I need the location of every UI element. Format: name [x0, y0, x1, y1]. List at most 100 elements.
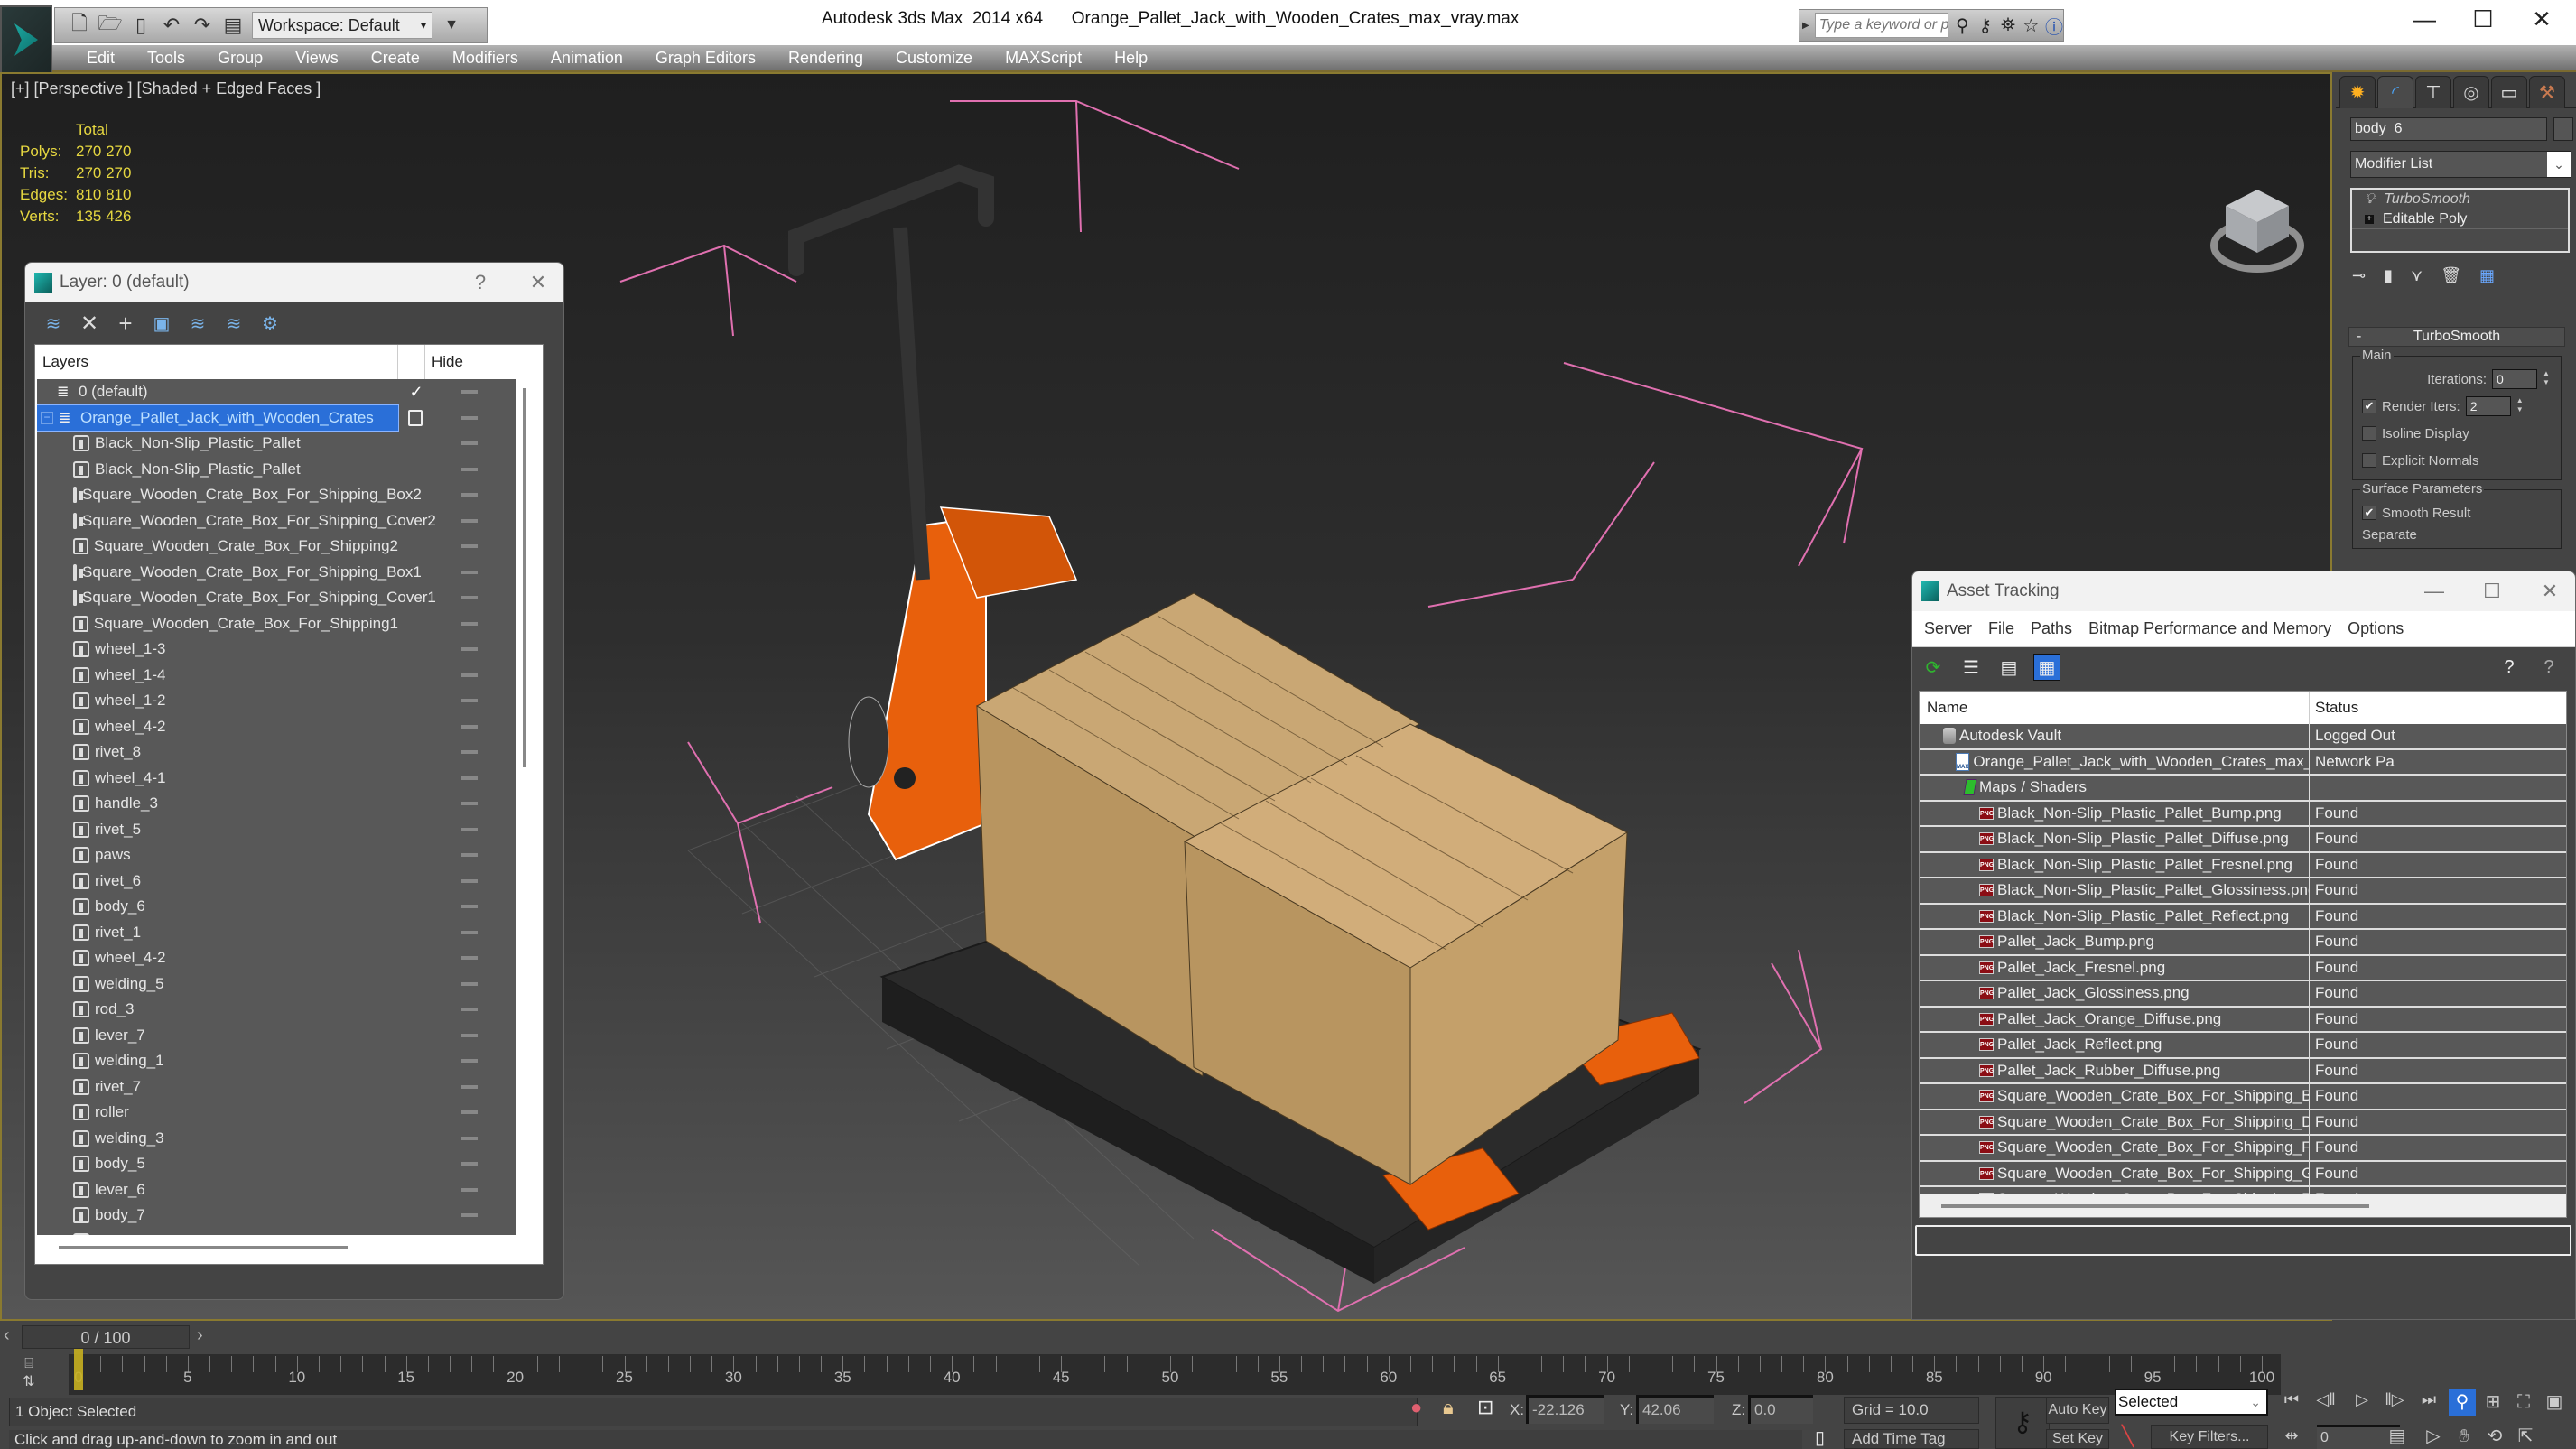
set-keys-key-icon[interactable]: ⚷ — [1995, 1397, 2050, 1449]
row-name-cell[interactable]: body_5 — [37, 1151, 398, 1177]
help-button[interactable]: ? — [455, 271, 506, 294]
row-name-cell[interactable]: rivet_1 — [37, 920, 398, 946]
configure-modifier-sets-icon[interactable]: ▦ — [2479, 266, 2495, 285]
absolute-mode-icon[interactable]: ⊡ — [1477, 1396, 1493, 1419]
close-button[interactable]: ✕ — [2525, 580, 2575, 603]
object-row[interactable]: handle_3 — [37, 791, 516, 817]
object-row[interactable]: welding_2 — [37, 1229, 516, 1235]
spinner-arrows-icon[interactable]: ▲ ▼ — [2543, 369, 2552, 389]
menu-options[interactable]: Options — [2339, 619, 2412, 638]
make-unique-icon[interactable]: ⋎ — [2411, 266, 2423, 285]
maximize-button[interactable]: ☐ — [2467, 580, 2517, 603]
object-row[interactable]: lever_6 — [37, 1177, 516, 1203]
help-icon[interactable]: ⓘ — [2045, 13, 2063, 39]
hide-toggle[interactable] — [461, 724, 478, 729]
utilities-tab-icon[interactable]: ⚒ — [2529, 76, 2565, 108]
column-header-layers[interactable]: Layers — [35, 345, 398, 379]
object-row[interactable]: wheel_1-3 — [37, 636, 516, 663]
asset-row[interactable]: Autodesk Vault Logged Out — [1920, 724, 2566, 750]
row-name-cell[interactable]: − ≣ Orange_Pallet_Jack_with_Wooden_Crates — [37, 404, 399, 432]
key-mode-dropdown[interactable]: Selected ⌄ — [2115, 1389, 2268, 1416]
asset-row[interactable]: PNG Pallet_Jack_Reflect.png Found — [1920, 1033, 2566, 1059]
binoculars-icon[interactable]: ⚲ — [1954, 14, 1971, 37]
hide-toggle[interactable] — [461, 1008, 478, 1012]
asset-row[interactable]: PNGSquare_Wooden_Crate_Box_For_Shipping_… — [1920, 1110, 2566, 1136]
object-row[interactable]: wheel_1-4 — [37, 663, 516, 689]
object-row[interactable]: Black_Non-Slip_Plastic_Pallet — [37, 431, 516, 457]
go-to-end-icon[interactable]: ⏭ — [2414, 1390, 2443, 1409]
z-coordinate-field[interactable]: 0.0 — [1748, 1395, 1813, 1424]
row-name-cell[interactable]: body_7 — [37, 1203, 398, 1229]
row-name-cell[interactable]: rivet_8 — [37, 739, 398, 766]
layer-row[interactable]: − ≣ Orange_Pallet_Jack_with_Wooden_Crates — [37, 404, 516, 432]
add-to-layer-icon[interactable]: + — [114, 310, 137, 337]
row-name-cell[interactable]: rivet_5 — [37, 817, 398, 843]
workspace-dropdown[interactable]: Workspace: Default ▾ — [252, 12, 432, 39]
object-row[interactable]: rod_3 — [37, 997, 516, 1023]
row-name-cell[interactable]: ≣ 0 (default) — [37, 379, 398, 405]
asset-row[interactable]: PNG Black_Non-Slip_Plastic_Pallet_Diffuse… — [1920, 827, 2566, 853]
menu-edit[interactable]: Edit — [70, 49, 131, 68]
row-name-cell[interactable]: paws — [37, 842, 398, 868]
next-key-icon[interactable]: ‖▷ — [2380, 1390, 2409, 1409]
stack-item-editable-poly[interactable]: + Editable Poly — [2352, 209, 2568, 229]
object-row[interactable]: Square_Wooden_Crate_Box_For_Shipping_Box… — [37, 482, 516, 508]
row-name-cell[interactable]: Black_Non-Slip_Plastic_Pallet — [37, 431, 398, 457]
object-row[interactable]: rivet_5 — [37, 817, 516, 843]
asset-dialog-titlebar[interactable]: Asset Tracking — ☐ ✕ — [1912, 571, 2575, 611]
redo-icon[interactable]: ↷ — [191, 14, 214, 37]
object-row[interactable]: Square_Wooden_Crate_Box_For_Shipping1 — [37, 611, 516, 637]
hide-toggle[interactable] — [461, 905, 478, 909]
hide-toggle[interactable] — [461, 390, 478, 395]
row-name-cell[interactable]: Square_Wooden_Crate_Box_For_Shipping2 — [37, 534, 398, 560]
hide-toggle[interactable] — [461, 802, 478, 806]
selection-lock-icon[interactable]: 🔒︎ — [1443, 1396, 1454, 1419]
orbit-icon[interactable]: ⟲ — [2481, 1423, 2508, 1449]
object-row[interactable]: rivet_1 — [37, 920, 516, 946]
row-name-cell[interactable]: welding_3 — [37, 1126, 398, 1152]
key-filters-button[interactable]: Key Filters... — [2151, 1425, 2268, 1449]
asset-row[interactable]: PNG Black_Non-Slip_Plastic_Pallet_Reflect… — [1920, 904, 2566, 930]
open-file-icon[interactable]: 🗁 — [98, 12, 122, 37]
row-name-cell[interactable]: wheel_1-4 — [37, 663, 398, 689]
table-view-icon[interactable]: ▦ — [2033, 654, 2060, 681]
row-name-cell[interactable]: Square_Wooden_Crate_Box_For_Shipping_Box… — [37, 482, 422, 508]
maximize-viewport-icon[interactable]: ⇱ — [2512, 1423, 2539, 1449]
object-row[interactable]: rivet_6 — [37, 868, 516, 895]
hide-toggle[interactable] — [461, 1136, 478, 1140]
row-name-cell[interactable]: welding_5 — [37, 971, 398, 998]
row-name-cell[interactable]: wheel_4-2 — [37, 945, 398, 971]
smooth-result-checkbox[interactable]: ✔ — [2362, 506, 2376, 520]
zoom-all-icon[interactable]: ⊞ — [2479, 1389, 2506, 1416]
app-menu-button[interactable] — [0, 5, 52, 74]
zoom-extents-all-icon[interactable]: ▣ — [2541, 1389, 2568, 1416]
hide-toggle[interactable] — [461, 596, 478, 600]
hide-toggle[interactable] — [461, 750, 478, 755]
object-row[interactable]: Square_Wooden_Crate_Box_For_Shipping_Cov… — [37, 585, 516, 611]
row-name-cell[interactable]: rod_3 — [37, 997, 398, 1023]
menu-group[interactable]: Group — [201, 49, 279, 68]
row-name-cell[interactable]: Square_Wooden_Crate_Box_For_Shipping_Cov… — [37, 585, 436, 611]
add-time-tag-button[interactable]: Add Time Tag — [1844, 1429, 1979, 1449]
hide-toggle[interactable] — [461, 878, 478, 883]
refresh-icon[interactable]: ⟳ — [1920, 654, 1947, 681]
hide-toggle[interactable] — [461, 673, 478, 677]
object-row[interactable]: Black_Non-Slip_Plastic_Pallet — [37, 457, 516, 483]
next-frame-icon[interactable]: › — [197, 1325, 203, 1346]
menu-tools[interactable]: Tools — [131, 49, 201, 68]
object-color-swatch[interactable] — [2553, 117, 2573, 141]
hierarchy-tab-icon[interactable]: ⊤ — [2415, 76, 2451, 108]
isolate-selection-icon[interactable]: ● — [1410, 1396, 1422, 1419]
hide-toggle[interactable] — [461, 930, 478, 934]
column-header-hide[interactable]: Hide — [425, 353, 463, 371]
row-name-cell[interactable]: lever_6 — [37, 1177, 398, 1203]
hide-toggle[interactable] — [461, 956, 478, 961]
stack-item-turbosmooth[interactable]: 💡︎ TurboSmooth — [2352, 190, 2568, 209]
time-slider[interactable]: 0 / 100 — [22, 1325, 190, 1349]
expand-arrow-icon[interactable]: ▶ — [1802, 21, 1809, 31]
menu-file[interactable]: File — [1980, 619, 2023, 638]
object-row[interactable]: Square_Wooden_Crate_Box_For_Shipping_Box… — [37, 560, 516, 586]
current-frame-marker[interactable] — [74, 1349, 83, 1390]
asset-row[interactable]: PNG Pallet_Jack_Bump.png Found — [1920, 930, 2566, 956]
horizontal-scrollbar[interactable] — [1941, 1204, 2369, 1208]
